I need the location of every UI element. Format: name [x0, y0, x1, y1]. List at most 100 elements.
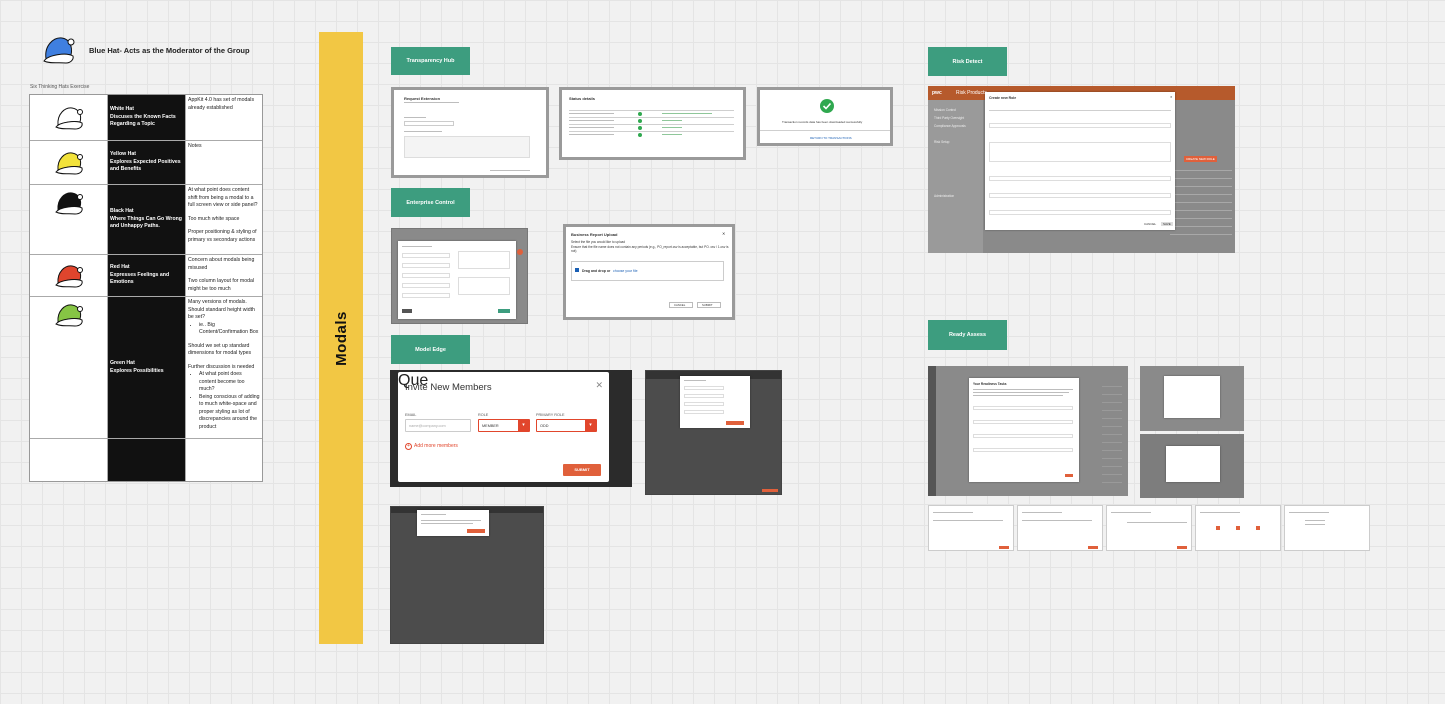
- business-report-upload-modal-thumbnail[interactable]: Business Report Upload ✕ Select the file…: [563, 224, 735, 320]
- hat-name: White Hat: [110, 105, 134, 112]
- ready-assess-page-thumbnail-5[interactable]: [1284, 505, 1370, 551]
- hat-name: Yellow Hat: [110, 150, 136, 157]
- model-edge-confirm-modal-thumbnail[interactable]: [390, 506, 544, 644]
- nav-item[interactable]: Compliance Approvals: [934, 124, 966, 128]
- chevron-down-icon: ▾: [585, 420, 596, 431]
- primary-role-select[interactable]: ODD ▾: [536, 419, 597, 432]
- hat-description: Explores Expected Positives and Benefits: [110, 158, 181, 173]
- white-hat-icon: [54, 106, 83, 130]
- hat-note: Many versions of modals. Should standard…: [188, 299, 255, 321]
- invite-members-modal: Invite New Members ✕ EMAIL name@company.…: [398, 372, 609, 482]
- hat-description: Discuses the Known Facts Regarding a Top…: [110, 113, 176, 128]
- hat-note-bullet: ie.. Big Content/Confirmation Box: [199, 322, 260, 337]
- success-check-icon: [820, 99, 834, 113]
- green-hat-icon: [54, 304, 83, 327]
- primary-role-label: PRIMARY ROLE: [536, 413, 565, 417]
- ready-assess-tasks-thumbnail[interactable]: Your Readiness Tasks: [928, 366, 1128, 496]
- nav-item[interactable]: Risk Setup: [934, 140, 949, 144]
- modal-title: Status details: [569, 96, 596, 101]
- close-icon[interactable]: ✕: [722, 231, 725, 236]
- section-label-transparency: Transparency Hub: [391, 47, 470, 75]
- ready-assess-page-thumbnail-2[interactable]: [1017, 505, 1103, 551]
- status-details-modal-thumbnail[interactable]: Status details: [559, 87, 746, 160]
- hat-note: Should we set up standard dimensions for…: [188, 342, 252, 357]
- primary-role-value: ODD: [540, 424, 549, 428]
- six-hats-table: White Hat Discuses the Known Facts Regard…: [29, 94, 263, 482]
- blue-hat-icon: [43, 37, 75, 64]
- create-new-role-button[interactable]: CREATE NEW ROLE: [1184, 156, 1217, 162]
- close-icon[interactable]: ✕: [1170, 95, 1173, 99]
- yellow-hat-icon: [54, 151, 83, 175]
- model-edge-form-modal-thumbnail[interactable]: [645, 370, 782, 495]
- hat-note: AppKit 4.0 has set of modals already est…: [188, 97, 255, 111]
- section-label-model-edge: Model Edge: [391, 335, 470, 364]
- hat-note: Further discussion is needed: [188, 363, 255, 370]
- nav-item[interactable]: Mission Control: [934, 108, 956, 112]
- red-hat-icon: [54, 264, 83, 288]
- hat-description: Explores Possibilities: [110, 367, 164, 374]
- exercise-subtitle: Six Thinking Hats Exercise: [30, 84, 90, 90]
- invite-members-thumbnail[interactable]: Invite New Members ✕ EMAIL name@company.…: [390, 370, 632, 487]
- nav-item[interactable]: Third Party Oversight: [934, 116, 964, 120]
- submit-button[interactable]: SUBMIT: [563, 464, 601, 476]
- table-row: Red Hat Expresses Feelings and Emotions C…: [30, 255, 262, 297]
- hat-note: Concern about modals being misused: [188, 257, 255, 271]
- table-row: White Hat Discuses the Known Facts Regard…: [30, 95, 262, 141]
- nav-item[interactable]: Administration: [934, 194, 954, 198]
- plus-circle-icon: +: [405, 443, 412, 450]
- table-row: [30, 439, 262, 481]
- cancel-button[interactable]: CANCEL: [1144, 222, 1156, 226]
- hat-note-bullet: Being conscious of adding to much white-…: [199, 394, 260, 432]
- ready-assess-small-modal-thumbnail[interactable]: [1140, 366, 1244, 431]
- modal-title: Request Extension: [404, 96, 441, 101]
- table-row: Yellow Hat Explores Expected Positives an…: [30, 141, 262, 185]
- modals-banner: Modals: [319, 32, 363, 644]
- ready-assess-page-thumbnail-3[interactable]: [1106, 505, 1192, 551]
- submit-button[interactable]: SUBMIT: [702, 303, 713, 307]
- cancel-button[interactable]: CANCEL: [674, 303, 685, 307]
- email-label: EMAIL: [405, 413, 417, 417]
- hat-name: Green Hat: [110, 359, 135, 366]
- return-link[interactable]: RETURN TO TRANSACTIONS: [810, 136, 852, 140]
- email-field[interactable]: name@company.com: [405, 419, 471, 432]
- background-text: Que: [398, 372, 429, 389]
- brand-logo: pwc: [932, 90, 942, 96]
- hat-name: Black Hat: [110, 207, 134, 214]
- upload-modal-title: Business Report Upload: [571, 232, 618, 237]
- section-label-risk-detect: Risk Detect: [928, 47, 1007, 76]
- hat-note: Proper positioning & styling of primary …: [188, 229, 257, 243]
- success-message: Transaction records data has been downlo…: [782, 120, 863, 124]
- banner-label: Modals: [332, 310, 350, 366]
- section-label-ready-assess: Ready Assess: [928, 320, 1007, 350]
- choose-file-link[interactable]: choose your file: [613, 269, 638, 273]
- add-more-members-link[interactable]: + Add more members: [405, 443, 458, 450]
- ready-assess-table-modal-thumbnail[interactable]: [1140, 434, 1244, 498]
- enterprise-two-column-modal-thumbnail[interactable]: [391, 228, 528, 324]
- role-select[interactable]: MEMBER ▾: [478, 419, 530, 432]
- hat-name: Red Hat: [110, 263, 130, 270]
- hat-description: Where Things Can Go Wrong and Unhappy Pa…: [110, 215, 182, 230]
- role-label: ROLE: [478, 413, 489, 417]
- page-title: Blue Hat- Acts as the Moderator of the G…: [89, 46, 250, 55]
- risk-detect-create-role-thumbnail[interactable]: pwc Risk Products Mission Control Third …: [928, 86, 1235, 253]
- table-row: Green Hat Explores Possibilities Many ver…: [30, 297, 262, 439]
- hat-description: Expresses Feelings and Emotions: [110, 271, 170, 286]
- hat-note: Too much white space: [188, 215, 240, 222]
- table-row: Black Hat Where Things Can Go Wrong and U…: [30, 185, 262, 255]
- save-button[interactable]: SAVE: [1161, 222, 1173, 226]
- section-label-enterprise: Enterprise Control: [391, 188, 470, 217]
- hat-note: Two column layout for modal might be too…: [188, 278, 255, 292]
- ready-assess-page-thumbnail-1[interactable]: [928, 505, 1014, 551]
- download-success-modal-thumbnail[interactable]: Transaction records data has been downlo…: [757, 87, 893, 146]
- upload-instruction: Select the file you would like to upload: [571, 240, 626, 244]
- hat-note: Notes: [188, 143, 202, 149]
- ready-assess-page-thumbnail-4[interactable]: [1195, 505, 1281, 551]
- hat-note: At what point does content shift from be…: [188, 187, 258, 209]
- close-icon[interactable]: ✕: [595, 380, 603, 391]
- hat-note-bullet: At what point does content become too mu…: [199, 371, 260, 394]
- role-value: MEMBER: [482, 424, 499, 428]
- request-extension-modal-thumbnail[interactable]: Request Extension: [391, 87, 549, 178]
- modal-title: Create new Role: [989, 96, 1017, 100]
- chevron-down-icon: ▾: [518, 420, 529, 431]
- drag-drop-text: Drag and drop or: [582, 269, 611, 273]
